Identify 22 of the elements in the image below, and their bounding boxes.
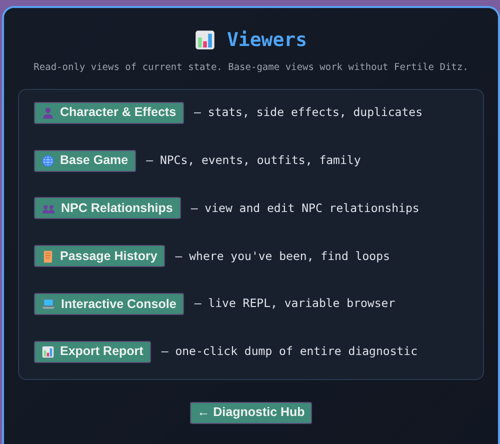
viewer-button[interactable]: Interactive Console [34, 292, 184, 315]
viewer-button[interactable]: Base Game [34, 150, 136, 172]
viewer-description: — NPCs, events, outfits, family [146, 152, 361, 169]
viewer-button[interactable]: NPC Relationships [34, 197, 181, 220]
viewer-description: — stats, side effects, duplicates [194, 104, 422, 122]
viewer-button[interactable]: Passage History [34, 245, 166, 268]
viewer-description: — live REPL, variable browser [194, 295, 396, 312]
page-title: Viewers [226, 28, 308, 53]
globe-icon [42, 154, 54, 167]
laptop-icon [42, 298, 55, 310]
viewer-description: — where you've been, find loops [175, 248, 390, 265]
people-icon [42, 202, 55, 214]
person-icon [42, 106, 54, 119]
viewer-button[interactable]: Character & Effects [34, 102, 184, 124]
scroll-icon [42, 250, 54, 263]
back-button[interactable]: ← Diagnostic Hub [190, 402, 312, 424]
viewer-description: — view and edit NPC relationships [190, 200, 420, 217]
subtitle: Read-only views of current state. Base-game views work without Fertile Ditz. [34, 60, 468, 74]
viewer-button[interactable]: Export Report [34, 340, 152, 363]
bar-chart-icon [194, 30, 215, 50]
bar-chart-icon [42, 346, 54, 358]
viewer-description: — one-click dump of entire diagnostic [161, 343, 418, 360]
